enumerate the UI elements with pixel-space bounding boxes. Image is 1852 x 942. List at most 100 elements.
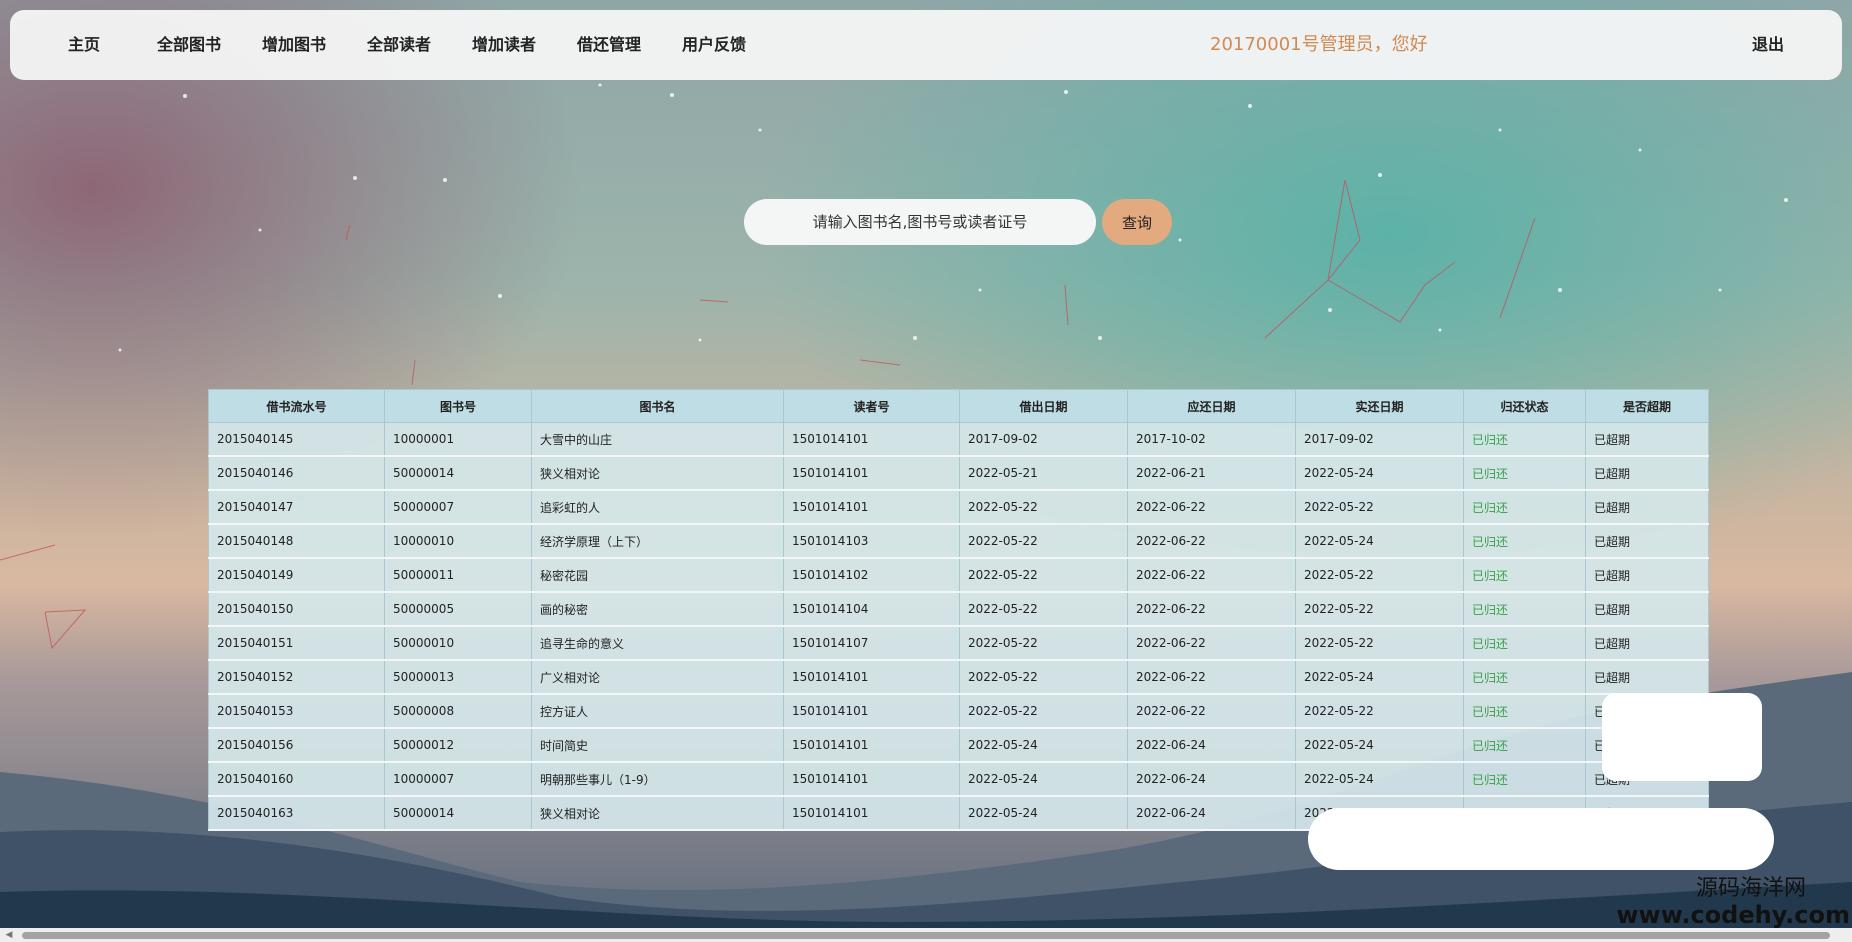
table-row: 2015040153 50000008 控方证人 1501014101 2022-05-…: [208, 694, 1709, 729]
cell-return-date: 2022-05-24: [1295, 456, 1464, 491]
cell-book-name: 追彩虹的人: [531, 490, 784, 525]
cell-reader-id: 1501014101: [783, 762, 960, 797]
cell-lending-serial: 2015040156: [208, 728, 385, 763]
search-input[interactable]: [744, 199, 1096, 245]
cell-book-name: 狭义相对论: [531, 796, 784, 831]
table-header-row: 借书流水号 图书号 图书名 读者号 借出日期 应还日期 实还日期 归还状态 是否…: [208, 389, 1709, 423]
cell-due-date: 2022-06-22: [1127, 524, 1296, 559]
cell-reader-id: 1501014101: [783, 694, 960, 729]
cell-lend-date: 2022-05-21: [959, 456, 1128, 491]
table-row: 2015040151 50000010 追寻生命的意义 1501014107 2022-…: [208, 626, 1709, 661]
cell-return-status: 已归还: [1463, 762, 1586, 797]
cell-book-id: 10000001: [384, 422, 532, 457]
nav-all-books[interactable]: 全部图书: [157, 10, 221, 80]
cell-overdue: 已超期: [1585, 456, 1709, 491]
cell-book-name: 画的秘密: [531, 592, 784, 627]
cell-book-id: 50000014: [384, 796, 532, 831]
cell-return-date: 2022-05-22: [1295, 694, 1464, 729]
header-book-id: 图书号: [384, 389, 532, 423]
nav-user-feedback[interactable]: 用户反馈: [682, 10, 746, 80]
cell-due-date: 2022-06-22: [1127, 694, 1296, 729]
cell-reader-id: 1501014101: [783, 660, 960, 695]
cell-lend-date: 2022-05-22: [959, 524, 1128, 559]
nav-add-reader[interactable]: 增加读者: [472, 10, 536, 80]
header-overdue: 是否超期: [1585, 389, 1709, 423]
cell-lend-date: 2022-05-22: [959, 558, 1128, 593]
cell-book-id: 50000011: [384, 558, 532, 593]
nav-all-readers[interactable]: 全部读者: [367, 10, 431, 80]
cell-reader-id: 1501014101: [783, 456, 960, 491]
cell-book-id: 50000010: [384, 626, 532, 661]
cell-lend-date: 2022-05-22: [959, 660, 1128, 695]
table-row: 2015040156 50000012 时间简史 1501014101 2022-05-…: [208, 728, 1709, 763]
cell-book-id: 50000005: [384, 592, 532, 627]
cell-lend-date: 2022-05-24: [959, 728, 1128, 763]
cell-lending-serial: 2015040145: [208, 422, 385, 457]
cell-lend-date: 2017-09-02: [959, 422, 1128, 457]
logout-link[interactable]: 退出: [1752, 10, 1784, 80]
table-row: 2015040149 50000011 秘密花园 1501014102 2022-05-…: [208, 558, 1709, 593]
search-button[interactable]: 查询: [1102, 199, 1172, 245]
cell-return-status: 已归还: [1463, 626, 1586, 661]
cell-book-id: 10000010: [384, 524, 532, 559]
cell-due-date: 2022-06-22: [1127, 626, 1296, 661]
watermark: 源码海洋网 www.codehy.com: [1616, 876, 1850, 928]
table-row: 2015040160 10000007 明朝那些事儿（1-9） 1501014101 2…: [208, 762, 1709, 797]
cell-reader-id: 1501014104: [783, 592, 960, 627]
scroll-left-arrow-icon[interactable]: ◀: [2, 928, 16, 942]
nav-add-book[interactable]: 增加图书: [262, 10, 326, 80]
cell-overdue: 已超期: [1585, 626, 1709, 661]
cell-return-date: 2022-05-24: [1295, 762, 1464, 797]
header-return-date: 实还日期: [1295, 389, 1464, 423]
cell-reader-id: 1501014102: [783, 558, 960, 593]
table-row: 2015040150 50000005 画的秘密 1501014104 2022-05-…: [208, 592, 1709, 627]
table-row: 2015040145 10000001 大雪中的山庄 1501014101 2017-0…: [208, 422, 1709, 457]
cell-lending-serial: 2015040150: [208, 592, 385, 627]
cell-lend-date: 2022-05-24: [959, 796, 1128, 831]
cell-return-status: 已归还: [1463, 660, 1586, 695]
cell-lending-serial: 2015040151: [208, 626, 385, 661]
header-due-date: 应还日期: [1127, 389, 1296, 423]
watermark-name: 源码海洋网: [1695, 876, 1806, 901]
cell-book-name: 狭义相对论: [531, 456, 784, 491]
cell-return-date: 2017-09-02: [1295, 422, 1464, 457]
nav-home[interactable]: 主页: [68, 10, 100, 80]
cell-due-date: 2022-06-22: [1127, 660, 1296, 695]
cell-return-status: 已归还: [1463, 728, 1586, 763]
cell-overdue: 已超期: [1585, 558, 1709, 593]
cell-lending-serial: 2015040160: [208, 762, 385, 797]
cell-book-name: 明朝那些事儿（1-9）: [531, 762, 784, 797]
cell-return-status: 已归还: [1463, 694, 1586, 729]
redaction-box: [1602, 693, 1762, 781]
cell-reader-id: 1501014101: [783, 490, 960, 525]
cell-overdue: 已超期: [1585, 422, 1709, 457]
cell-return-date: 2022-05-24: [1295, 524, 1464, 559]
lending-records-table: 借书流水号 图书号 图书名 读者号 借出日期 应还日期 实还日期 归还状态 是否…: [208, 389, 1709, 831]
cell-book-name: 追寻生命的意义: [531, 626, 784, 661]
cell-return-date: 2022-05-22: [1295, 626, 1464, 661]
cell-book-name: 经济学原理（上下）: [531, 524, 784, 559]
watermark-url: www.codehy.com: [1616, 901, 1850, 929]
nav-lending-management[interactable]: 借还管理: [577, 10, 641, 80]
cell-return-date: 2022-05-22: [1295, 558, 1464, 593]
cell-due-date: 2022-06-24: [1127, 762, 1296, 797]
cell-lending-serial: 2015040149: [208, 558, 385, 593]
cell-book-id: 50000013: [384, 660, 532, 695]
cell-return-status: 已归还: [1463, 524, 1586, 559]
table-row: 2015040148 10000010 经济学原理（上下） 1501014103 202…: [208, 524, 1709, 559]
cell-return-date: 2022-05-22: [1295, 592, 1464, 627]
horizontal-scrollbar[interactable]: ◀: [0, 928, 1852, 942]
admin-greeting: 20170001号管理员，您好: [1210, 34, 1428, 55]
cell-due-date: 2022-06-22: [1127, 558, 1296, 593]
cell-overdue: 已超期: [1585, 660, 1709, 695]
cell-lending-serial: 2015040152: [208, 660, 385, 695]
table-row: 2015040146 50000014 狭义相对论 1501014101 2022-05…: [208, 456, 1709, 491]
cell-book-id: 50000014: [384, 456, 532, 491]
cell-overdue: 已超期: [1585, 490, 1709, 525]
cell-book-id: 10000007: [384, 762, 532, 797]
cell-due-date: 2022-06-24: [1127, 796, 1296, 831]
cell-return-status: 已归还: [1463, 558, 1586, 593]
table-row: 2015040152 50000013 广义相对论 1501014101 2022-05…: [208, 660, 1709, 695]
cell-reader-id: 1501014103: [783, 524, 960, 559]
scrollbar-thumb[interactable]: [22, 932, 1830, 939]
